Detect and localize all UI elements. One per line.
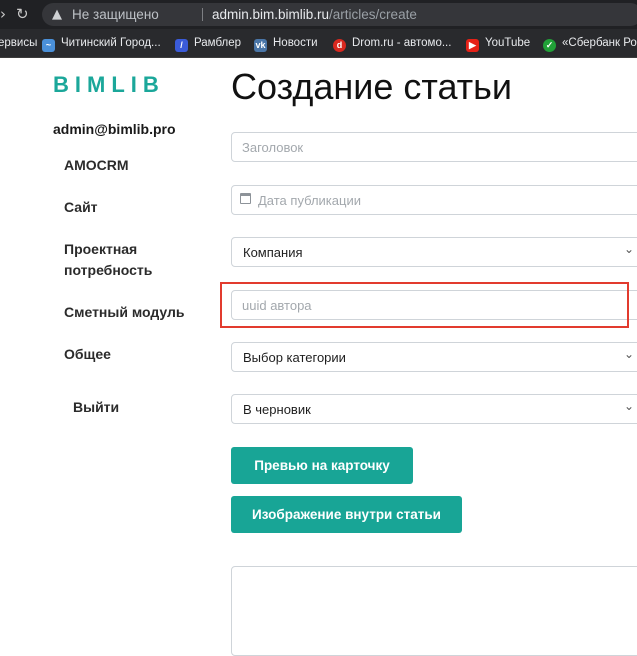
security-status[interactable]: Не защищено [72, 3, 159, 26]
calendar-icon [240, 193, 251, 204]
bookmark-label: YouTube [485, 37, 531, 49]
bookmark-drom[interactable]: d Drom.ru - автомо... [333, 36, 451, 52]
bookmark-label: Читинский Город... [61, 37, 161, 49]
chevron-down-icon: ⌄ [623, 347, 634, 361]
company-select[interactable]: Компания ⌄ [231, 237, 637, 267]
drom-icon: d [333, 39, 346, 52]
company-value: Компания [243, 245, 303, 260]
preview-card-button[interactable]: Превью на карточку [231, 447, 413, 484]
sidebar-item-general[interactable]: Общее [64, 344, 111, 365]
city-icon: ~ [42, 39, 55, 52]
bookmark-label: Drom.ru - автомо... [352, 37, 452, 49]
browser-toolbar: › ↻ ▲ Не защищено admin.bim.bimlib.ru/ar… [0, 0, 637, 29]
bookmarks-bar: ервисы ~ Читинский Город... / Рамблер vk Но… [0, 29, 637, 58]
sidebar-item-amocrm[interactable]: AMOCRM [64, 155, 129, 176]
bookmark-rambler[interactable]: / Рамблер [175, 36, 241, 52]
bookmark-sberbank[interactable]: ✓ «Сбербанк Ро [543, 36, 637, 52]
chevron-down-icon: ⌄ [623, 399, 634, 413]
date-placeholder: Дата публикации [258, 193, 361, 208]
url-host: admin.bim.bimlib.ru [212, 7, 330, 22]
title-input[interactable]: Заголовок [231, 132, 637, 162]
chevron-down-icon: ⌄ [623, 242, 634, 256]
title-placeholder: Заголовок [242, 140, 304, 155]
warning-icon: ▲ [52, 7, 62, 22]
article-image-button[interactable]: Изображение внутри статьи [231, 496, 462, 533]
status-select[interactable]: В черновик ⌄ [231, 394, 637, 424]
bookmark-label: «Сбербанк Ро [562, 37, 637, 49]
sidebar-item-site[interactable]: Сайт [64, 197, 98, 218]
forward-icon[interactable]: › [0, 4, 6, 24]
bookmark-label: ервисы [0, 37, 38, 49]
rambler-icon: / [175, 39, 188, 52]
bookmark-youtube[interactable]: ▶ YouTube [466, 36, 530, 52]
vk-icon: vk [254, 39, 267, 52]
url-path: /articles/create [329, 7, 417, 22]
bookmark-services[interactable]: ервисы [0, 36, 37, 50]
separator [202, 8, 203, 21]
bookmark-chita[interactable]: ~ Читинский Город... [42, 36, 161, 52]
bookmark-label: Новости [273, 37, 318, 49]
url[interactable]: admin.bim.bimlib.ru/articles/create [212, 3, 417, 26]
category-value: Выбор категории [243, 350, 346, 365]
sberbank-icon: ✓ [543, 39, 556, 52]
address-bar[interactable]: ▲ Не защищено admin.bim.bimlib.ru/articl… [42, 3, 637, 26]
sidebar-item-project-need[interactable]: Проектная потребность [64, 239, 174, 281]
article-body-editor[interactable] [231, 566, 637, 656]
logout-link[interactable]: Выйти [73, 397, 119, 418]
bimlib-logo[interactable]: BIMLIB [53, 72, 165, 98]
youtube-icon: ▶ [466, 39, 479, 52]
reload-icon[interactable]: ↻ [16, 4, 29, 24]
sidebar-item-estimate-module[interactable]: Сметный модуль [64, 302, 185, 323]
page-title: Создание статьи [231, 66, 513, 107]
bookmark-label: Рамблер [194, 37, 242, 49]
bookmark-news[interactable]: vk Новости [254, 36, 318, 52]
user-email: admin@bimlib.pro [53, 121, 176, 137]
status-value: В черновик [243, 402, 311, 417]
category-select[interactable]: Выбор категории ⌄ [231, 342, 637, 372]
highlight-box [220, 282, 629, 328]
publish-date-input[interactable]: Дата публикации [231, 185, 637, 215]
